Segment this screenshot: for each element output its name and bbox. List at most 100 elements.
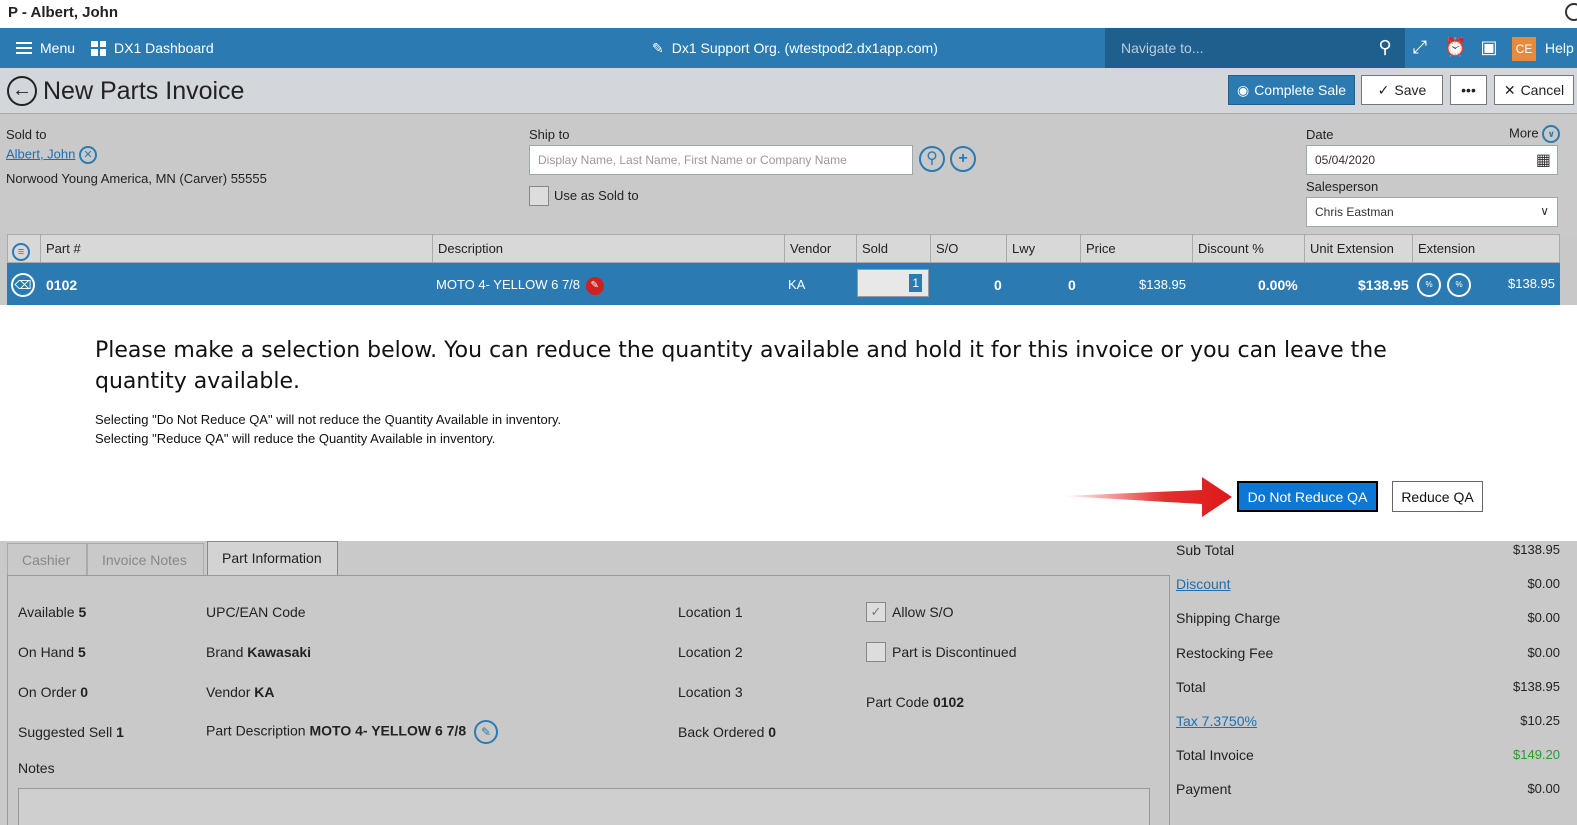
ship-to-input[interactable]: Display Name, Last Name, First Name or C… (529, 145, 913, 175)
back-arrow-icon[interactable]: ← (7, 76, 37, 106)
remove-customer-icon[interactable]: ✕ (79, 146, 97, 164)
totals-row-shipping: Shipping Charge $0.00 (1176, 610, 1560, 626)
more-toggle[interactable]: More ∨ (1509, 125, 1561, 143)
date-input[interactable]: 05/04/2020 ▦ (1306, 145, 1558, 175)
row-sold-input[interactable]: 1 (857, 269, 929, 297)
tab-part-information[interactable]: Part Information (207, 541, 338, 576)
header-so[interactable]: S/O (930, 235, 1006, 262)
header-vendor[interactable]: Vendor (784, 235, 856, 262)
chat-icon[interactable]: ▣ (1478, 36, 1500, 58)
pencil-icon: ✎ (652, 39, 664, 56)
vendor-field: Vendor KA (206, 684, 275, 700)
row-description-text: MOTO 4- YELLOW 6 7/8 (436, 277, 581, 292)
salesperson-value: Chris Eastman (1315, 205, 1394, 219)
tab-cashier[interactable]: Cashier (7, 543, 87, 575)
complete-sale-label: Complete Sale (1254, 82, 1347, 98)
dashboard-label: DX1 Dashboard (114, 40, 214, 56)
part-description-label: Part Description (206, 722, 306, 739)
sold-to-customer-link[interactable]: Albert, John (6, 146, 75, 161)
allow-so-checkbox[interactable]: ✓ (866, 602, 886, 622)
back-ordered-label: Back Ordered (678, 724, 765, 740)
discount-icon[interactable]: % (1417, 273, 1441, 297)
shipping-value: $0.00 (1527, 610, 1560, 625)
dashboard-icon (91, 40, 106, 56)
check-icon: ✓ (1377, 81, 1390, 98)
location-2-label: Location 2 (678, 644, 743, 660)
totals-row-restocking: Restocking Fee $0.00 (1176, 645, 1560, 661)
on-order-label: On Order (18, 684, 77, 700)
shipping-label: Shipping Charge (1176, 610, 1281, 626)
notes-textarea[interactable] (18, 788, 1150, 825)
save-label: Save (1394, 82, 1427, 98)
row-description: MOTO 4- YELLOW 6 7/8 ✎ (436, 263, 604, 305)
back-ordered-field: Back Ordered 0 (678, 724, 776, 740)
user-avatar[interactable]: CE (1512, 37, 1536, 61)
header-unit-extension[interactable]: Unit Extension (1304, 235, 1412, 262)
header-description[interactable]: Description (432, 235, 784, 262)
notes-label: Notes (18, 760, 55, 776)
search-circle-icon[interactable]: ⚲ (919, 146, 945, 172)
totals-row-discount: Discount $0.00 (1176, 576, 1560, 592)
search-icon[interactable]: ⚲ (1374, 36, 1396, 58)
add-circle-icon[interactable]: + (950, 146, 976, 172)
salesperson-select[interactable]: Chris Eastman ∨ (1306, 197, 1558, 227)
header-part[interactable]: Part # (40, 235, 432, 262)
available-label: Available (18, 604, 75, 620)
search-placeholder: Navigate to... (1121, 40, 1204, 56)
complete-sale-button[interactable]: ◉ Complete Sale (1228, 75, 1355, 105)
dollar-circle-icon: ◉ (1236, 81, 1250, 98)
total-invoice-value: $149.20 (1513, 747, 1560, 762)
allow-so-label: Allow S/O (892, 604, 954, 620)
chevron-down-icon: ∨ (1542, 125, 1561, 143)
navigate-search-input[interactable]: Navigate to... (1105, 28, 1405, 68)
part-code-value: 0102 (932, 694, 965, 710)
suggested-sell-label: Suggested Sell (18, 724, 113, 740)
header-price[interactable]: Price (1080, 235, 1192, 262)
table-row[interactable]: ⌫ 0102 MOTO 4- YELLOW 6 7/8 ✎ KA 1 0 0 $… (7, 263, 1560, 305)
tax-link[interactable]: Tax 7.3750% (1176, 713, 1257, 729)
brand-value: Kawasaki (247, 644, 312, 660)
top-navigation: Menu DX1 Dashboard ✎ Dx1 Support Org. (w… (0, 28, 1577, 68)
help-link[interactable]: Help (1545, 28, 1574, 68)
save-button[interactable]: ✓ Save (1361, 75, 1443, 105)
edit-pencil-icon[interactable]: ✎ (474, 720, 498, 744)
header-extension[interactable]: Extension (1412, 235, 1561, 262)
totals-panel: Sub Total $138.95 Discount $0.00 Shippin… (1170, 541, 1577, 825)
select-all-icon[interactable]: ≡ (8, 235, 40, 262)
page-title: New Parts Invoice (43, 77, 245, 105)
window-control-icon[interactable] (1565, 3, 1577, 21)
header-lwy[interactable]: Lwy (1006, 235, 1080, 262)
alert-icon[interactable]: ✎ (585, 276, 604, 295)
menu-button[interactable]: Menu (16, 28, 75, 68)
alarm-icon[interactable]: ⏰ (1444, 36, 1466, 58)
tab-invoice-notes[interactable]: Invoice Notes (87, 543, 204, 575)
more-label: ••• (1461, 82, 1476, 98)
total-label: Total (1176, 679, 1206, 695)
on-hand-value: 5 (77, 644, 86, 660)
discontinued-checkbox[interactable] (866, 642, 886, 662)
on-hand-label: On Hand (18, 644, 75, 660)
more-toggle-label: More (1509, 125, 1539, 141)
dialog-line-1: Selecting "Do Not Reduce QA" will not re… (95, 412, 562, 427)
subtotal-label: Sub Total (1176, 542, 1235, 558)
trash-icon[interactable]: ⌫ (11, 273, 35, 297)
cancel-button[interactable]: ✕ Cancel (1494, 75, 1574, 105)
do-not-reduce-qa-button[interactable]: Do Not Reduce QA (1237, 481, 1378, 512)
calendar-icon[interactable]: ▦ (1536, 150, 1551, 170)
suggested-sell-value: 1 (116, 724, 124, 740)
dashboard-link[interactable]: DX1 Dashboard (91, 28, 214, 68)
discount-link[interactable]: Discount (1176, 576, 1230, 592)
header-sold[interactable]: Sold (856, 235, 930, 262)
restocking-value: $0.00 (1527, 645, 1560, 660)
sold-to-label: Sold to (6, 127, 47, 142)
page-header: ← New Parts Invoice ◉ Complete Sale ✓ Sa… (0, 68, 1577, 114)
header-discount[interactable]: Discount % (1192, 235, 1304, 262)
more-actions-button[interactable]: ••• (1450, 75, 1487, 105)
lower-section: Cashier Invoice Notes Part Information A… (0, 541, 1577, 825)
row-price: $138.95 (1139, 277, 1186, 292)
tax-icon[interactable]: % (1447, 273, 1471, 297)
use-as-sold-to-checkbox[interactable] (529, 186, 549, 206)
org-selector[interactable]: ✎ Dx1 Support Org. (wtestpod2.dx1app.com… (652, 28, 938, 68)
expand-icon[interactable]: ⤢ (1409, 36, 1431, 58)
reduce-qa-button[interactable]: Reduce QA (1392, 481, 1483, 512)
